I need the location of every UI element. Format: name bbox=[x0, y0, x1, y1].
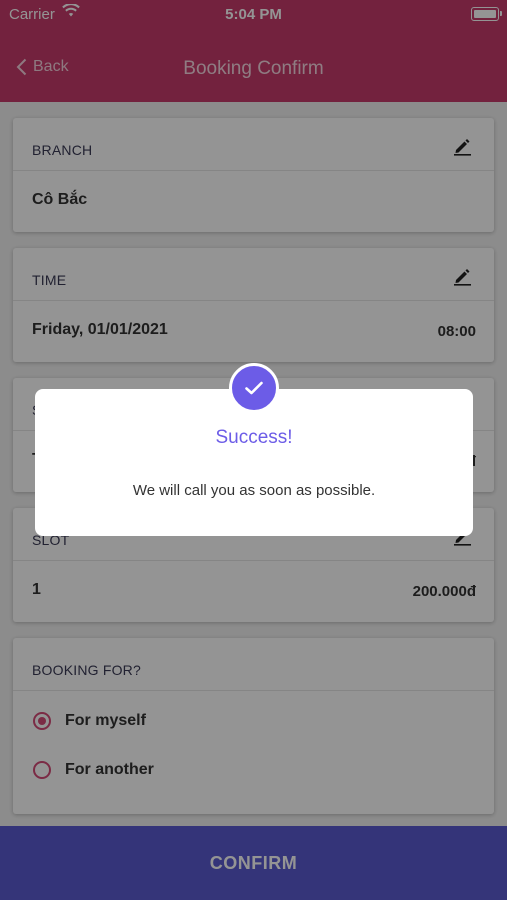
check-icon bbox=[229, 363, 279, 413]
dialog-message: We will call you as soon as possible. bbox=[132, 482, 376, 499]
dialog-title: Success! bbox=[215, 427, 293, 448]
success-dialog: Success! We will call you as soon as pos… bbox=[35, 363, 473, 536]
